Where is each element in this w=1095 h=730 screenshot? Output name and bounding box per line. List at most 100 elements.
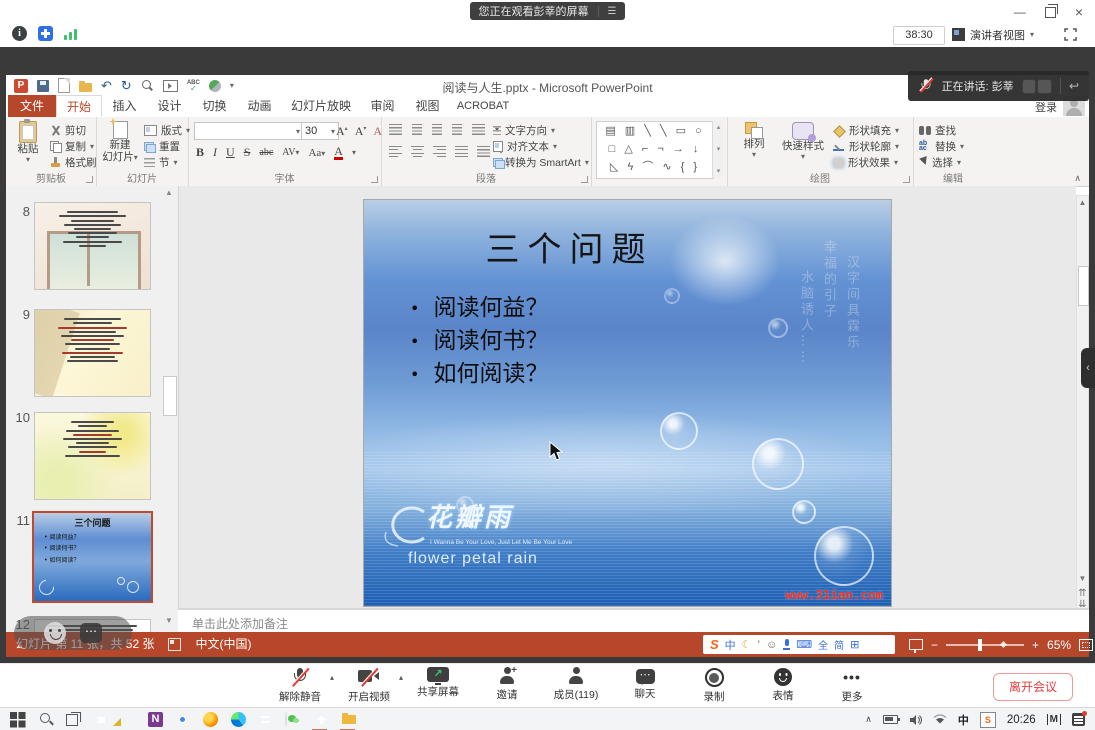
notes-pane[interactable]: 单击此处添加备注 (178, 608, 1089, 634)
caret-up-icon[interactable]: ▴ (330, 673, 334, 682)
scrollbar-thumb[interactable] (1078, 266, 1089, 306)
presenter-view-dropdown[interactable]: 演讲者视图 ▾ (952, 26, 1034, 43)
cut-button[interactable]: 剪切 (50, 123, 86, 138)
dialog-launcher-icon[interactable] (581, 176, 588, 183)
shape-effects-button[interactable]: 形状效果▾ (833, 155, 898, 170)
section-button[interactable]: 节▾ (144, 155, 178, 170)
thumbnail-slide-9[interactable] (34, 309, 151, 397)
start-video-button[interactable]: 开启视频 ▴ (341, 667, 397, 704)
ime-mode-icon[interactable]: M (1047, 714, 1061, 725)
security-shield-icon[interactable] (38, 26, 53, 41)
quick-styles-button[interactable]: 快速样式 ▾ (777, 122, 829, 161)
grow-font-button[interactable]: A▴ (336, 124, 348, 139)
powerpoint-logo-icon[interactable]: P (14, 79, 28, 93)
dialog-launcher-icon[interactable] (903, 176, 910, 183)
ime-punctuation-icon[interactable]: ’ (758, 639, 760, 651)
dialog-launcher-icon[interactable] (371, 176, 378, 183)
gallery-more-icon[interactable]: ▾ (717, 167, 721, 175)
italic-button[interactable]: I (213, 145, 217, 160)
line-spacing-icon[interactable] (472, 124, 485, 135)
unmute-button[interactable]: 解除静音 ▴ (272, 667, 328, 704)
increase-indent-icon[interactable] (452, 124, 462, 135)
tab-insert[interactable]: 插入 (102, 95, 147, 117)
ime-mic-icon[interactable] (783, 639, 790, 650)
smartart-button[interactable]: 转换为 SmartArt▾ (493, 155, 589, 170)
zoom-out-icon[interactable]: − (931, 638, 938, 652)
collapse-ribbon-icon[interactable]: ∧ (1074, 173, 1081, 184)
tray-expand-icon[interactable]: ∧ (865, 714, 872, 725)
more-button[interactable]: ••• 更多 (824, 667, 880, 704)
find-button[interactable]: 查找 (919, 123, 956, 138)
thumbnail-slide-8[interactable] (34, 202, 151, 290)
align-text-button[interactable]: 对齐文本▾ (493, 139, 557, 154)
notification-center-icon[interactable] (1072, 713, 1085, 726)
wifi-icon[interactable] (933, 714, 947, 725)
reset-button[interactable]: 重置 (144, 139, 180, 154)
speaking-overlay[interactable]: 正在讲话: 彭莘 ↩ (908, 71, 1089, 101)
zoom-percent[interactable]: 65% (1047, 638, 1071, 652)
edge-icon[interactable] (231, 712, 246, 727)
ime-language-icon[interactable]: 中 (958, 712, 969, 728)
dialog-launcher-icon[interactable] (86, 176, 93, 183)
reaction-smiley-icon[interactable] (44, 622, 66, 644)
ime-toolbar[interactable]: S 中 ☾ ’ ☺ ⌨ 全 简 ⊞ (703, 635, 895, 654)
clock[interactable]: 20:26 (1007, 714, 1036, 726)
reactions-button[interactable]: 表情 (755, 667, 811, 704)
zoom-slider[interactable] (946, 644, 1024, 646)
ime-moon-icon[interactable]: ☾ (742, 638, 752, 651)
leave-meeting-button[interactable]: 离开会议 (993, 673, 1073, 701)
reaction-overlay[interactable]: ⋯ (14, 616, 132, 650)
select-button[interactable]: 选择▾ (919, 155, 961, 170)
onenote-icon[interactable]: N (148, 712, 163, 727)
tab-acrobat[interactable]: ACROBAT (450, 95, 516, 117)
panel-scroll-up-icon[interactable]: ▲ (163, 188, 175, 197)
sign-in-link[interactable]: 登录 (1035, 99, 1057, 115)
info-icon[interactable]: i (12, 26, 27, 41)
scroll-up-icon[interactable]: ▲ (1077, 198, 1088, 207)
minimize-icon[interactable]: — (1014, 5, 1026, 19)
paste-button[interactable]: 粘贴 ▾ (10, 121, 46, 164)
font-color-button[interactable]: A (334, 146, 343, 160)
layout-button[interactable]: 版式▾ (144, 123, 190, 138)
print-preview-icon[interactable] (141, 79, 154, 92)
fit-to-window-icon[interactable] (1079, 639, 1093, 651)
justify-icon[interactable] (455, 146, 468, 157)
battery-icon[interactable] (883, 715, 898, 724)
format-painter-button[interactable]: 格式刷 (50, 155, 97, 170)
redo-icon[interactable]: ↻ (121, 79, 132, 92)
shape-fill-button[interactable]: 形状填充▾ (833, 123, 899, 138)
notes-placeholder[interactable]: 单击此处添加备注 (192, 615, 288, 632)
collapse-overlay-icon[interactable]: ↩ (1069, 79, 1079, 93)
panel-scrollbar-thumb[interactable] (163, 376, 177, 416)
columns-icon[interactable] (477, 146, 490, 157)
tab-design[interactable]: 设计 (147, 95, 192, 117)
sogou-logo-icon[interactable]: S (710, 637, 719, 652)
shapes-gallery[interactable]: ▤ ▥ ╲ ╲ ▭ ○ □ △ ⌐ ¬ → ↓ ◺ ϟ ⌒ ∿ { } (596, 121, 714, 179)
chat-button[interactable]: ⋯ 聊天 (617, 667, 673, 704)
tab-file[interactable]: 文件 (8, 95, 56, 117)
sidebar-collapse-tab[interactable]: ‹ (1081, 348, 1095, 388)
slide-thumbnail-panel[interactable]: 8 9 10 11 三个问题 • 阅读何益？ • 阅读何书？ • 如何阅读？ (6, 186, 179, 632)
restore-icon[interactable] (1045, 7, 1056, 18)
record-button[interactable]: 录制 (686, 667, 742, 704)
bullets-icon[interactable] (389, 124, 402, 135)
ime-grid-icon[interactable]: ⊞ (850, 638, 859, 651)
speaker-icon[interactable] (909, 714, 922, 726)
shape-outline-button[interactable]: 形状轮廓▾ (833, 139, 899, 154)
tab-slideshow[interactable]: 幻灯片放映 (282, 95, 360, 117)
spellcheck-icon[interactable]: ABC✓ (187, 80, 200, 92)
tab-review[interactable]: 审阅 (360, 95, 405, 117)
slide-canvas[interactable]: 幸福的引子 汉字间具霖乐 水脑诱人…… 三个问题 •阅读何益？ •阅读何书？ •… (363, 199, 892, 607)
members-button[interactable]: 成员(119) (548, 667, 604, 704)
caret-up-icon[interactable]: ▴ (399, 673, 403, 682)
tab-view[interactable]: 视图 (405, 95, 450, 117)
char-spacing-button[interactable]: AV▾ (282, 147, 299, 158)
new-slide-button[interactable]: 新建 幻灯片▾ (100, 121, 140, 164)
share-screen-button[interactable]: ↗ 共享屏幕 (410, 667, 466, 704)
numbering-icon[interactable] (412, 124, 422, 135)
arrange-button[interactable]: 排列 ▾ (735, 122, 773, 159)
thumbnail-slide-11-selected[interactable]: 三个问题 • 阅读何益？ • 阅读何书？ • 如何阅读？ (32, 511, 153, 603)
align-right-icon[interactable] (433, 146, 446, 157)
reaction-chat-icon[interactable]: ⋯ (80, 623, 102, 643)
font-name-combo[interactable]: ▾ (194, 122, 304, 140)
